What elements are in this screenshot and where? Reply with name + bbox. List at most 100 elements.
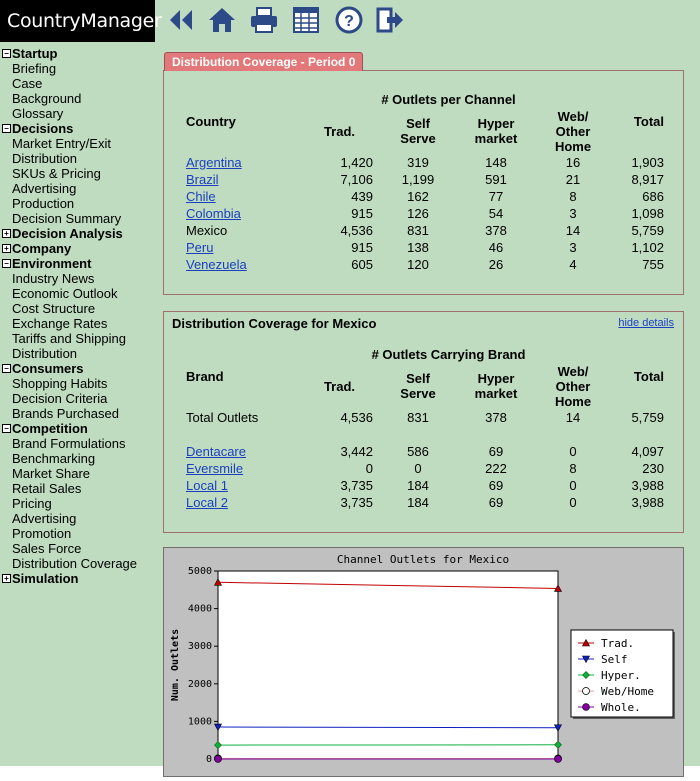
table-cell: 3,988 — [613, 477, 664, 494]
row-label-cell: Dentacare — [186, 443, 284, 460]
expand-icon[interactable]: + — [2, 574, 11, 583]
row-name-link[interactable]: Local 2 — [186, 495, 228, 510]
sidebar-item-shopping-habits[interactable]: Shopping Habits — [0, 376, 155, 391]
header-line: Self — [406, 116, 430, 131]
sidebar-item-brands-purchased[interactable]: Brands Purchased — [0, 406, 155, 421]
sidebar-item-background[interactable]: Background — [0, 91, 155, 106]
help-icon[interactable]: ? — [333, 4, 365, 36]
collapse-icon[interactable]: − — [2, 124, 11, 133]
sidebar-section-company[interactable]: +Company — [0, 241, 155, 256]
table-cell: 148 — [459, 154, 533, 171]
sidebar-item-advertising[interactable]: Advertising — [0, 181, 155, 196]
sidebar-item-exchange-rates[interactable]: Exchange Rates — [0, 316, 155, 331]
sidebar-section-environment[interactable]: −Environment — [0, 256, 155, 271]
sidebar-section-decisions[interactable]: −Decisions — [0, 121, 155, 136]
collapse-icon[interactable]: − — [2, 259, 11, 268]
sidebar-item-cost-structure[interactable]: Cost Structure — [0, 301, 155, 316]
tab-distribution-coverage[interactable]: Distribution Coverage - Period 0 — [164, 52, 363, 71]
sidebar-item-sales-force[interactable]: Sales Force — [0, 541, 155, 556]
sidebar-section-consumers[interactable]: −Consumers — [0, 361, 155, 376]
header-line: market — [475, 131, 518, 146]
table-cell: 3,735 — [284, 477, 377, 494]
sidebar-item-decision-criteria[interactable]: Decision Criteria — [0, 391, 155, 406]
sidebar-item-brand-formulations[interactable]: Brand Formulations — [0, 436, 155, 451]
sidebar-item-industry-news[interactable]: Industry News — [0, 271, 155, 286]
column-header-total: Total — [613, 363, 664, 409]
row-label-cell: Argentina — [186, 154, 284, 171]
table-cell: 126 — [377, 205, 459, 222]
legend-label: Self — [601, 653, 628, 666]
exit-icon[interactable] — [374, 4, 406, 36]
sidebar-item-economic-outlook[interactable]: Economic Outlook — [0, 286, 155, 301]
sidebar-item-retail-sales[interactable]: Retail Sales — [0, 481, 155, 496]
print-icon[interactable] — [248, 4, 280, 36]
sidebar-section-simulation[interactable]: +Simulation — [0, 571, 155, 586]
row-name-link[interactable]: Chile — [186, 189, 216, 204]
row-name-link[interactable]: Argentina — [186, 155, 242, 170]
row-label-cell: Local 1 — [186, 477, 284, 494]
table-cell: 8 — [533, 460, 613, 477]
legend-label: Hyper. — [601, 669, 641, 682]
sidebar-item-market-entry-exit[interactable]: Market Entry/Exit — [0, 136, 155, 151]
sidebar-item-production[interactable]: Production — [0, 196, 155, 211]
sidebar-section-startup[interactable]: −Startup — [0, 46, 155, 61]
section-label: Startup — [12, 46, 58, 61]
expand-icon[interactable]: + — [2, 229, 11, 238]
group-header: # Outlets Carrying Brand — [284, 345, 613, 363]
sidebar-item-briefing[interactable]: Briefing — [0, 61, 155, 76]
sidebar-item-tariffs-shipping[interactable]: Tariffs and Shipping — [0, 331, 155, 346]
sidebar-item-case[interactable]: Case — [0, 76, 155, 91]
collapse-icon[interactable]: − — [2, 49, 11, 58]
table-cell: 3,442 — [284, 443, 377, 460]
column-header-self-serve: SelfServe — [377, 108, 459, 154]
row-name-link[interactable]: Local 1 — [186, 478, 228, 493]
column-header-brand: Brand — [186, 363, 284, 409]
sidebar-item-comp-advertising[interactable]: Advertising — [0, 511, 155, 526]
expand-icon[interactable]: + — [2, 244, 11, 253]
y-tick-label: 2000 — [188, 679, 212, 690]
sidebar-item-pricing[interactable]: Pricing — [0, 496, 155, 511]
row-name-link[interactable]: Dentacare — [186, 444, 246, 459]
row-name-link[interactable]: Venezuela — [186, 257, 247, 272]
header-line: Other — [556, 124, 591, 139]
row-name: Total Outlets — [186, 409, 284, 426]
table-row: Mexico4,536831378145,759 — [186, 222, 664, 239]
home-icon[interactable] — [206, 4, 238, 36]
row-name-link[interactable]: Colombia — [186, 206, 241, 221]
collapse-icon[interactable]: − — [2, 424, 11, 433]
spreadsheet-icon[interactable] — [290, 4, 322, 36]
sidebar-item-distribution-coverage[interactable]: Distribution Coverage — [0, 556, 155, 571]
row-name-link[interactable]: Eversmile — [186, 461, 243, 476]
sidebar-section-decision-analysis[interactable]: +Decision Analysis — [0, 226, 155, 241]
sidebar-item-skus-pricing[interactable]: SKUs & Pricing — [0, 166, 155, 181]
y-tick-label: 4000 — [188, 604, 212, 615]
row-name-link[interactable]: Brazil — [186, 172, 219, 187]
table-cell: 319 — [377, 154, 459, 171]
sidebar-item-benchmarking[interactable]: Benchmarking — [0, 451, 155, 466]
column-header-self-serve: SelfServe — [377, 363, 459, 409]
sidebar-item-glossary[interactable]: Glossary — [0, 106, 155, 121]
row-label-cell: Local 2 — [186, 494, 284, 511]
sidebar-item-market-share[interactable]: Market Share — [0, 466, 155, 481]
table-cell: 3 — [533, 205, 613, 222]
table-cell: 21 — [533, 171, 613, 188]
back-icon[interactable] — [166, 4, 198, 36]
table-cell: 0 — [284, 460, 377, 477]
sidebar-item-promotion[interactable]: Promotion — [0, 526, 155, 541]
hide-details-link[interactable]: hide details — [618, 317, 674, 329]
data-point — [215, 756, 222, 763]
sidebar-item-decision-summary[interactable]: Decision Summary — [0, 211, 155, 226]
sidebar-section-competition[interactable]: −Competition — [0, 421, 155, 436]
header-line: Serve — [400, 386, 435, 401]
sidebar-item-env-distribution[interactable]: Distribution — [0, 346, 155, 361]
table-cell: 4,536 — [284, 222, 377, 239]
sidebar-item-distribution[interactable]: Distribution — [0, 151, 155, 166]
table-cell: 686 — [613, 188, 664, 205]
data-point — [555, 756, 562, 763]
row-name-link[interactable]: Peru — [186, 240, 213, 255]
collapse-icon[interactable]: − — [2, 364, 11, 373]
column-header-total: Total — [613, 108, 664, 154]
header-line: market — [475, 386, 518, 401]
table-cell: 222 — [459, 460, 533, 477]
table-row: Local 13,7351846903,988 — [186, 477, 664, 494]
